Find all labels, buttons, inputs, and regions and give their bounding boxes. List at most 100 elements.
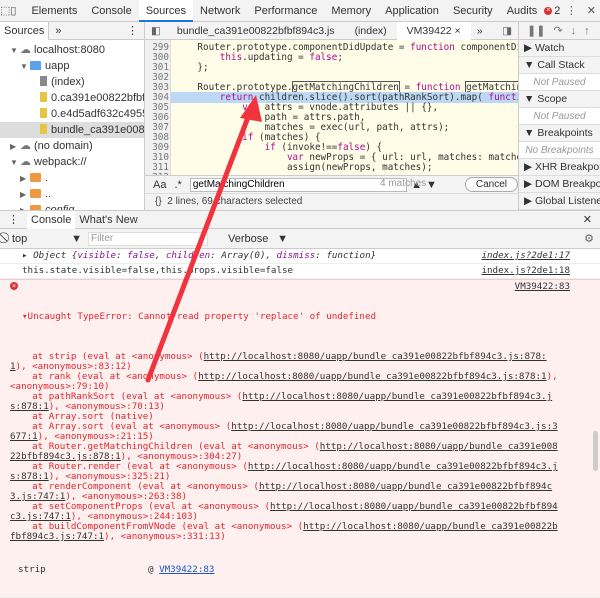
collapsed-icon: ▶ xyxy=(524,42,535,54)
file-tree: ▼ ☁ localhost:8080 ▼ uapp (index) 0.ca391e0082… xyxy=(0,40,144,218)
toggle-navigator-icon[interactable]: ◧ xyxy=(145,25,167,37)
tree-item[interactable]: bundle_ca391e00822bfbf894c3.js xyxy=(0,122,144,138)
step-out-icon[interactable]: ↑ xyxy=(584,25,590,37)
tab-network[interactable]: Network xyxy=(193,0,247,22)
debugger-section[interactable]: ▼ Scope xyxy=(519,91,600,108)
navigator-panel: Sources» ⋮ ▼ ☁ localhost:8080 ▼ uapp (index) 0.… xyxy=(0,21,145,216)
tab-security[interactable]: Security xyxy=(446,0,500,22)
more-menu-icon[interactable]: ⋮ xyxy=(562,4,580,17)
close-drawer-icon[interactable]: ✕ xyxy=(583,213,600,226)
tab-elements[interactable]: Elements xyxy=(24,0,84,22)
tree-item[interactable]: ▼ ☁ localhost:8080 xyxy=(0,42,144,58)
tree-item[interactable]: 0.ca391e00822bfbf894c3.js xyxy=(0,90,144,106)
cancel-button[interactable]: Cancel xyxy=(464,177,518,192)
pause-icon[interactable]: ❚❚ xyxy=(527,24,545,37)
frame-source-link[interactable]: VM39422:83 xyxy=(159,564,214,575)
debugger-section[interactable]: ▼ Call Stack xyxy=(519,57,600,74)
tree-item[interactable]: ▶. xyxy=(0,170,144,186)
debugger-section[interactable]: ▶ Global Listeners xyxy=(519,193,600,210)
search-input[interactable] xyxy=(189,177,408,192)
dropdown-icon: ▼ xyxy=(277,232,288,245)
collapsed-icon: ▶ xyxy=(20,174,27,183)
stack-frame: at pathRankSort (eval at <anonymous> (ht… xyxy=(10,392,560,412)
pretty-print-icon[interactable]: {} xyxy=(155,196,162,207)
cloud-icon: ☁ xyxy=(20,140,31,152)
debugger-section[interactable]: ▶ DOM Breakpoints xyxy=(519,176,600,193)
tab-application[interactable]: Application xyxy=(378,0,446,22)
editor-tab[interactable]: (index) xyxy=(345,22,397,40)
log-level-select[interactable]: Verbose ▼ xyxy=(228,233,288,245)
match-count: 4 matches xyxy=(380,178,427,189)
device-toolbar-icon[interactable]: ▯ xyxy=(10,4,16,17)
file-icon xyxy=(40,92,47,102)
tree-item-label: (index) xyxy=(51,76,85,88)
stack-url-link[interactable]: http://localhost:8080/uapp/bundle_ca391e… xyxy=(198,371,546,382)
code-line: 301 }; xyxy=(145,63,518,73)
editor-tab-label: bundle_ca391e00822bfbf894c3.js xyxy=(176,24,335,37)
step-over-icon[interactable]: ↷ xyxy=(553,24,562,37)
tab-memory[interactable]: Memory xyxy=(324,0,378,22)
inspect-element-icon[interactable]: ⬚ xyxy=(0,4,10,17)
debugger-section[interactable]: ▼ Breakpoints xyxy=(519,125,600,142)
folder-icon xyxy=(30,173,41,182)
editor-tab[interactable]: VM39422 × xyxy=(396,21,471,40)
tab-console[interactable]: Console xyxy=(84,0,138,22)
tree-item[interactable]: ▼ ☁ webpack:// xyxy=(0,154,144,170)
empty-state: No Breakpoints xyxy=(519,142,600,159)
stack-frame: at setComponentProps (eval at <anonymous… xyxy=(10,502,560,522)
collapsed-icon: ▶ xyxy=(524,195,535,207)
tab-console[interactable]: Console xyxy=(27,210,76,229)
tree-item[interactable]: ▼ uapp xyxy=(0,58,144,74)
step-into-icon[interactable]: ↓ xyxy=(571,25,577,37)
more-menu-icon[interactable]: ⋮ xyxy=(127,24,144,37)
source-link[interactable]: index.js?2de1:17 xyxy=(481,251,570,261)
context-select[interactable]: top ▼ xyxy=(12,233,82,245)
tree-item[interactable]: (index) xyxy=(0,74,144,90)
collapsed-icon: ▶ xyxy=(524,161,535,173)
empty-state: Not Paused xyxy=(519,74,600,91)
next-match-icon[interactable]: ▼ xyxy=(426,179,437,191)
expanded-icon: ▼ xyxy=(20,62,28,71)
editor-tab-label: VM39422 xyxy=(406,24,452,37)
source-code[interactable]: 299 Router.prototype.componentDidUpdate … xyxy=(145,40,518,177)
error-counter[interactable]: × 2 ⋮ ✕ xyxy=(544,4,600,17)
search-bar: Aa .* ▲▼ Cancel xyxy=(145,175,518,193)
debugger-section[interactable]: ▶ XHR Breakpoints xyxy=(519,159,600,176)
tab-sources[interactable]: Sources xyxy=(0,21,50,40)
more-tabs-button[interactable]: » xyxy=(49,25,67,37)
tab-whats-new[interactable]: What's New xyxy=(75,211,141,229)
match-case-button[interactable]: Aa xyxy=(153,179,166,191)
tree-item-label: . xyxy=(45,172,49,184)
debugger-section[interactable]: ▶ Watch xyxy=(519,40,600,57)
collapsed-icon: ▶ xyxy=(10,142,17,151)
stack-text: ), <anonymous>:331:13) xyxy=(104,531,226,542)
source-link[interactable]: VM39422:83 xyxy=(515,282,570,292)
tree-item-label: 0.e4d5adf632c4955a xyxy=(51,108,144,120)
console-message-object[interactable]: ▸ Object {visible: false, children: Arra… xyxy=(0,249,600,264)
source-link[interactable]: index.js?2de1:18 xyxy=(481,266,570,276)
settings-icon[interactable]: ⚙ xyxy=(584,232,600,245)
section-label: Scope xyxy=(537,93,568,105)
more-tabs-button[interactable]: » xyxy=(471,25,489,37)
filter-input[interactable]: Filter xyxy=(88,231,208,246)
section-label: XHR Breakpoints xyxy=(535,161,600,173)
tree-item[interactable]: ▶ ☁ (no domain) xyxy=(0,138,144,154)
tree-item[interactable]: ▶.. xyxy=(0,186,144,202)
regex-button[interactable]: .* xyxy=(174,179,181,191)
collapsed-icon: ▶ xyxy=(524,178,535,190)
toggle-debugger-icon[interactable]: ◨ xyxy=(502,25,518,37)
tab-sources[interactable]: Sources xyxy=(138,0,194,22)
stack-frame: at Router.render (eval at <anonymous> (h… xyxy=(10,462,560,482)
section-label: Global Listeners xyxy=(535,195,600,207)
tab-performance[interactable]: Performance xyxy=(247,0,324,22)
scrollbar[interactable] xyxy=(593,431,598,471)
tree-item[interactable]: 0.e4d5adf632c4955a xyxy=(0,106,144,122)
editor-tab[interactable]: bundle_ca391e00822bfbf894c3.js xyxy=(167,22,345,40)
close-icon[interactable]: ✕ xyxy=(582,4,600,17)
expanded-icon: ▼ xyxy=(10,158,18,167)
close-tab-icon[interactable]: × xyxy=(452,25,461,37)
tab-audits[interactable]: Audits xyxy=(500,0,545,22)
expanded-icon: ▼ xyxy=(524,127,538,139)
drawer-menu-icon[interactable]: ⋮ xyxy=(0,213,27,226)
expanded-icon: ▼ xyxy=(10,46,18,55)
